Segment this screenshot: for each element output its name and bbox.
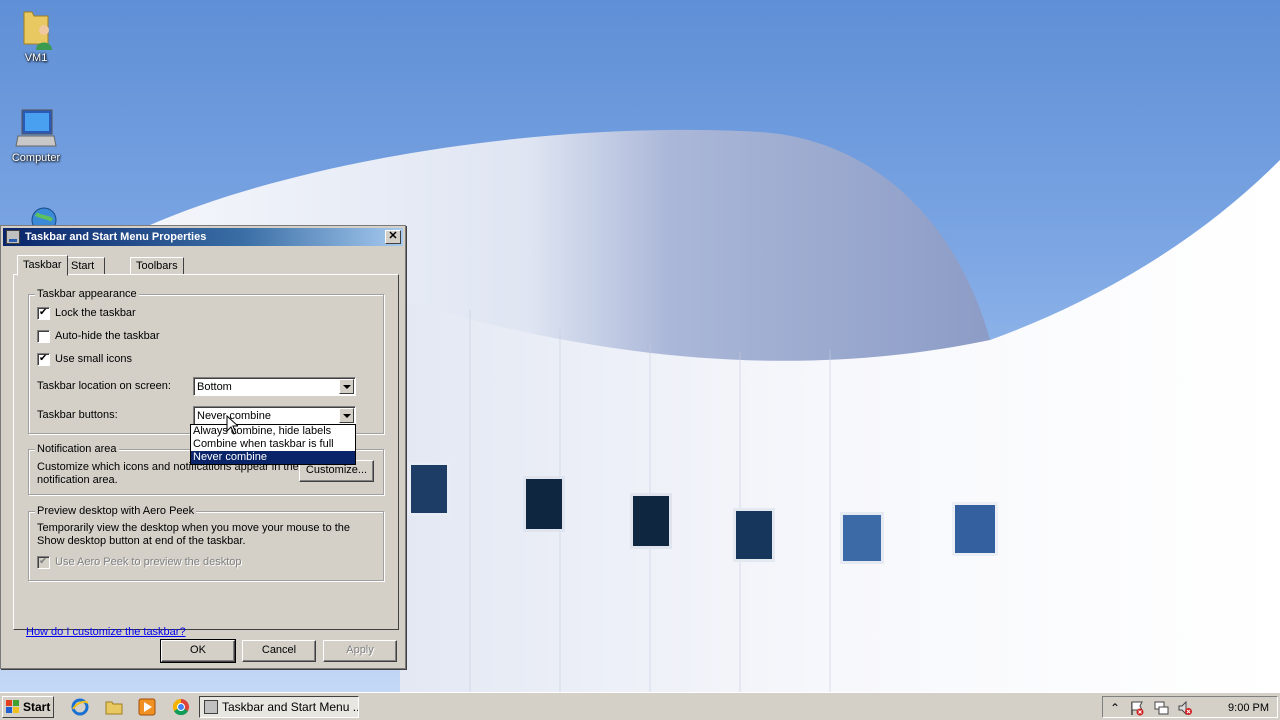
- building-window: [952, 502, 998, 556]
- building-window: [630, 493, 672, 549]
- ok-button[interactable]: OK: [160, 639, 236, 663]
- network-icon[interactable]: [1153, 700, 1169, 716]
- building-window: [733, 508, 775, 562]
- taskbar-button-taskbar-properties[interactable]: Taskbar and Start Menu ...: [199, 696, 359, 718]
- auto-hide-label: Auto-hide the taskbar: [55, 330, 160, 342]
- building-window: [408, 462, 450, 516]
- desktop-icon-computer[interactable]: Computer: [0, 106, 72, 164]
- desktop-icon-label: Computer: [11, 152, 61, 164]
- dropdown-option-combine-when-full[interactable]: Combine when taskbar is full: [191, 438, 355, 451]
- dialog-title: Taskbar and Start Menu Properties: [25, 231, 207, 243]
- windows-flag-icon: [6, 700, 19, 713]
- tab-start-menu[interactable]: Start Menu: [65, 257, 105, 288]
- task-button-label: Taskbar and Start Menu ...: [222, 700, 359, 714]
- aero-peek-group: Preview desktop with Aero Peek Temporari…: [28, 505, 384, 581]
- media-player-icon[interactable]: [137, 697, 157, 717]
- taskbar: Start Taskbar and Start Menu ... ⌃ 9:00 …: [0, 692, 1280, 720]
- taskbar-buttons-label: Taskbar buttons:: [37, 409, 118, 421]
- explorer-folder-icon[interactable]: [104, 697, 124, 717]
- computer-icon: [14, 106, 58, 150]
- aero-peek-description-line2: Show desktop button at end of the taskba…: [37, 535, 246, 547]
- aero-peek-checkbox: [37, 556, 50, 569]
- desktop-icon-label: VM1: [24, 52, 48, 64]
- lock-taskbar-label: Lock the taskbar: [55, 307, 136, 319]
- action-center-flag-icon[interactable]: [1129, 700, 1145, 716]
- taskbar-properties-icon: [6, 230, 20, 244]
- small-icons-checkbox[interactable]: [37, 353, 50, 366]
- taskbar-location-label: Taskbar location on screen:: [37, 380, 171, 392]
- taskbar-location-value: Bottom: [197, 381, 232, 393]
- auto-hide-checkbox[interactable]: [37, 330, 50, 343]
- tab-toolbars[interactable]: Toolbars: [130, 257, 184, 275]
- chrome-icon[interactable]: [171, 697, 191, 717]
- group-title: Notification area: [35, 443, 119, 455]
- help-link[interactable]: How do I customize the taskbar?: [26, 626, 186, 638]
- dropdown-option-never-combine[interactable]: Never combine: [191, 451, 355, 464]
- close-button[interactable]: ✕: [385, 230, 401, 244]
- mouse-cursor-icon: [226, 415, 238, 435]
- dialog-titlebar[interactable]: Taskbar and Start Menu Properties ✕: [3, 228, 403, 246]
- small-icons-label: Use small icons: [55, 353, 133, 365]
- user-folder-icon: [14, 6, 58, 50]
- group-title: Taskbar appearance: [35, 288, 139, 300]
- taskbar-buttons-combo[interactable]: Never combine: [193, 406, 356, 425]
- clock[interactable]: 9:00 PM: [1228, 700, 1269, 716]
- chevron-down-icon[interactable]: [339, 408, 354, 423]
- volume-muted-icon[interactable]: [1177, 700, 1193, 716]
- notification-description-line2: notification area.: [37, 474, 118, 486]
- aero-peek-description-line1: Temporarily view the desktop when you mo…: [37, 522, 351, 534]
- taskbar-appearance-group: Taskbar appearance Lock the taskbar Auto…: [28, 288, 384, 434]
- chevron-down-icon[interactable]: [339, 379, 354, 394]
- lock-taskbar-checkbox[interactable]: [37, 307, 50, 320]
- taskbar-buttons-dropdown-list: Always combine, hide labels Combine when…: [190, 424, 356, 465]
- building-window: [523, 476, 565, 532]
- cancel-button[interactable]: Cancel: [242, 640, 316, 662]
- tab-taskbar[interactable]: Taskbar: [17, 255, 68, 276]
- start-label: Start: [23, 700, 51, 714]
- notification-tray: ⌃ 9:00 PM: [1102, 696, 1278, 718]
- taskbar-properties-icon: [204, 700, 218, 714]
- apply-button: Apply: [323, 640, 397, 662]
- aero-peek-label: Use Aero Peek to preview the desktop: [55, 556, 242, 568]
- show-hidden-chevron-icon[interactable]: ⌃: [1107, 700, 1123, 716]
- ie-icon[interactable]: [70, 697, 90, 717]
- start-button[interactable]: Start: [2, 696, 54, 718]
- taskbar-location-combo[interactable]: Bottom: [193, 377, 356, 396]
- dropdown-option-always-combine[interactable]: Always combine, hide labels: [191, 425, 355, 438]
- desktop-icon-vm1[interactable]: VM1: [0, 6, 72, 64]
- building-window: [840, 512, 884, 564]
- group-title: Preview desktop with Aero Peek: [35, 505, 197, 517]
